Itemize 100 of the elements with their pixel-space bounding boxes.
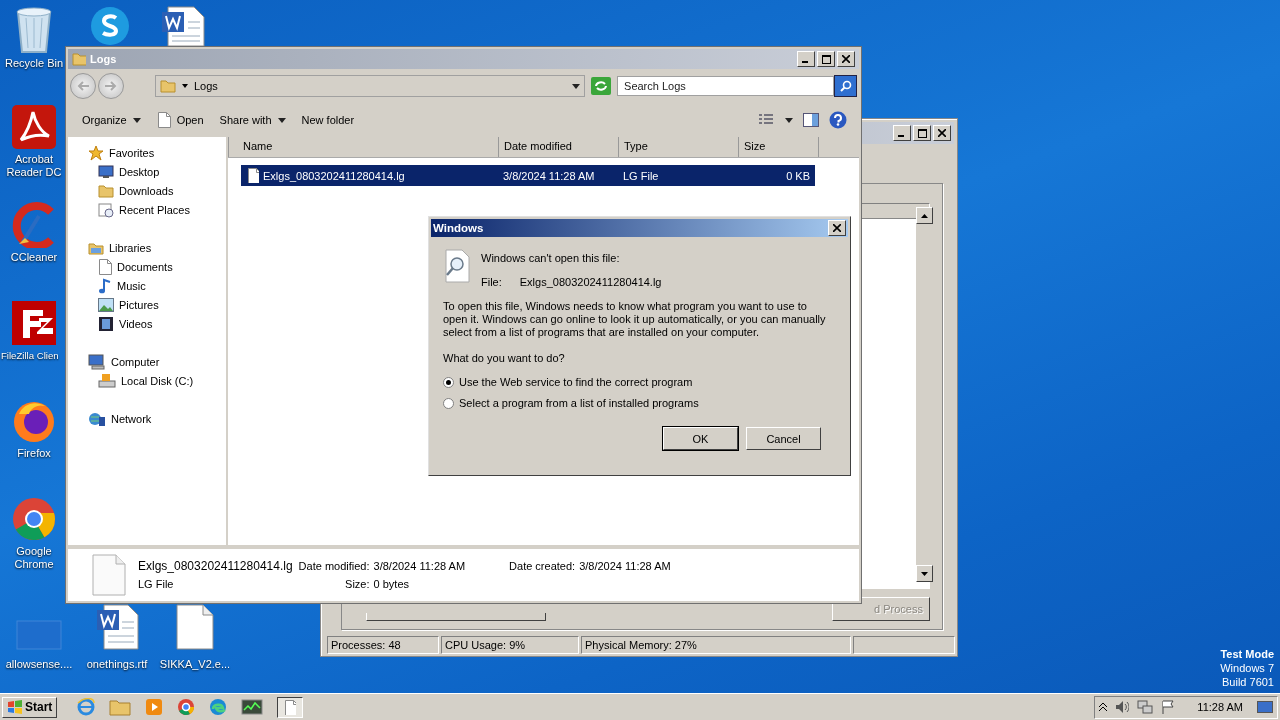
tree-item[interactable]: Computer <box>68 352 226 371</box>
radio-button[interactable] <box>443 397 454 409</box>
search-button[interactable] <box>834 75 857 97</box>
tree-item[interactable]: Recent Places <box>68 200 226 219</box>
flag-icon[interactable] <box>1161 700 1176 714</box>
column-header[interactable]: Size <box>739 137 819 157</box>
os-notice-text: Windows 7 <box>1220 661 1274 675</box>
refresh-button[interactable] <box>591 77 612 95</box>
document-icon <box>98 258 112 275</box>
icon-label[interactable]: Firefox <box>17 447 51 460</box>
dialog-message: To open this file, Windows needs to know what program you want to use to open it. Windows can go online to look it up automatically, or you can manually select from a list of programs that are installed on your computer. <box>443 300 827 339</box>
word-document-icon <box>94 604 140 650</box>
icon-label[interactable]: Google Chrome <box>3 545 65 571</box>
folder-icon <box>72 51 86 67</box>
window-title: Logs <box>90 53 117 65</box>
toolbar-button[interactable]: New folder <box>293 110 363 130</box>
table-cell-text: LG File <box>622 169 660 182</box>
ok-button[interactable]: OK <box>663 427 738 450</box>
start-button[interactable]: Start <box>2 696 58 718</box>
maximize-button[interactable] <box>913 125 931 141</box>
icon-label[interactable]: FileZilla Clien <box>1 349 59 362</box>
icon-label[interactable]: onethings.rtf <box>84 656 150 675</box>
recent-places-icon <box>98 201 114 218</box>
music-note-icon <box>98 277 112 294</box>
caret-icon <box>572 83 581 89</box>
tree-item[interactable]: Libraries <box>68 238 226 257</box>
table-cell-text: 0 KB <box>785 169 810 182</box>
status-text: Processes: 48 <box>327 636 439 654</box>
toolbar-button[interactable]: Organize <box>74 110 149 130</box>
icon-label[interactable]: allowsense.... <box>3 656 75 675</box>
icon-label[interactable]: Recycle Bin <box>4 57 64 70</box>
film-icon <box>98 315 114 332</box>
breadcrumb[interactable]: Logs <box>194 80 218 92</box>
network-icon[interactable] <box>1137 700 1154 714</box>
toolbar-button[interactable]: Share with <box>211 110 294 130</box>
tree-item[interactable]: Favorites <box>68 143 226 162</box>
detail-value: 3/8/2024 11:28 AM <box>579 560 671 572</box>
help-icon[interactable] <box>829 111 847 129</box>
tree-item[interactable]: Local Disk (C:) <box>68 371 226 390</box>
close-button[interactable] <box>828 220 846 236</box>
task-manager-icon[interactable] <box>241 698 264 716</box>
disk-drive-icon <box>98 372 116 389</box>
maximize-button[interactable] <box>817 51 835 67</box>
filezilla-icon <box>11 300 57 346</box>
radio-option[interactable]: Use the Web service to find the correct program <box>443 376 836 388</box>
icon-label[interactable]: SIKKA_V2.e... <box>157 656 233 675</box>
taskbar-button[interactable] <box>277 696 304 718</box>
status-text: CPU Usage: 9% <box>441 636 579 654</box>
detail-value: 3/8/2024 11:28 AM <box>373 560 466 572</box>
close-button[interactable] <box>837 51 855 67</box>
chevron-icon <box>182 83 188 89</box>
caret-icon <box>132 117 141 123</box>
file-icon <box>92 554 126 596</box>
tree-item[interactable]: Pictures <box>68 295 226 314</box>
tree-item[interactable]: Network <box>68 409 226 428</box>
close-icon <box>938 129 946 137</box>
chevron-up-icon[interactable] <box>1099 703 1108 711</box>
close-icon <box>842 55 850 63</box>
close-button[interactable] <box>933 125 951 141</box>
icon-label[interactable]: Acrobat Reader DC <box>3 153 65 179</box>
column-header[interactable]: Date modified <box>499 137 619 157</box>
cancel-button[interactable]: Cancel <box>746 427 821 450</box>
detail-label: Date created: <box>509 560 576 572</box>
clock[interactable]: 11:28 AM <box>1197 701 1243 713</box>
os-notice-text: Build 7601 <box>1222 675 1274 689</box>
chrome-icon[interactable] <box>177 698 196 716</box>
pdf-icon <box>11 104 57 150</box>
preview-pane-icon[interactable] <box>803 113 819 127</box>
file-name: Exlgs_0803202411280414.lg <box>138 559 294 573</box>
file-label: File: <box>481 276 502 288</box>
detail-value: 0 bytes <box>373 578 410 590</box>
speaker-icon[interactable] <box>1115 700 1130 714</box>
toolbar-button[interactable]: Open <box>148 108 212 132</box>
minimize-button[interactable] <box>797 51 815 67</box>
maximize-icon <box>917 128 927 138</box>
close-icon <box>833 224 841 232</box>
address-bar[interactable]: Logs <box>155 75 586 97</box>
file-search-icon <box>443 249 471 283</box>
skype-icon <box>88 6 132 46</box>
tree-item[interactable]: Documents <box>68 257 226 276</box>
tree-item[interactable]: Videos <box>68 314 226 333</box>
tree-item[interactable]: Downloads <box>68 181 226 200</box>
radio-option[interactable]: Select a program from a list of installed programs <box>443 397 836 409</box>
icon-label[interactable]: CCleaner <box>10 251 58 264</box>
file-icon <box>247 168 259 183</box>
radio-button[interactable] <box>443 376 454 388</box>
view-options-icon[interactable] <box>759 114 775 126</box>
minimize-button[interactable] <box>893 125 911 141</box>
column-header[interactable]: Type <box>619 137 739 157</box>
column-header[interactable]: Name <box>229 137 499 157</box>
scrollbar[interactable] <box>916 207 933 582</box>
file-row[interactable]: Exlgs_0803202411280414.lg 3/8/2024 11:28 AM LG File 0 KB <box>241 165 815 186</box>
detail-label: Size: <box>344 578 370 590</box>
monitor-icon <box>98 164 114 179</box>
document-icon <box>284 699 297 715</box>
tree-item[interactable]: Music <box>68 276 226 295</box>
tree-item[interactable]: Desktop <box>68 162 226 181</box>
search-field[interactable]: Search Logs <box>617 76 835 96</box>
word-document-icon <box>160 6 206 46</box>
folder-icon <box>98 182 114 199</box>
